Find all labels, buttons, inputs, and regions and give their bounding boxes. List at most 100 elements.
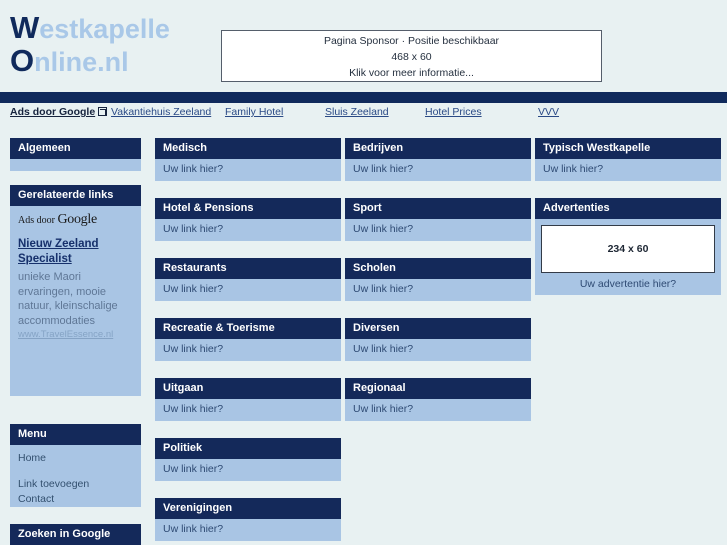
- category-panel-verenigingen: Verenigingen Uw link hier?: [155, 498, 341, 541]
- ad-link-3[interactable]: Hotel Prices: [425, 106, 482, 118]
- category-link-politiek[interactable]: Uw link hier?: [163, 463, 333, 476]
- category-body-regionaal: Uw link hier?: [345, 399, 531, 421]
- header-divider-bar: [0, 92, 727, 103]
- sidebar-ad-title-line1: Nieuw Zeeland: [18, 238, 99, 250]
- ads-door-google-label[interactable]: Ads door Google: [10, 106, 108, 118]
- ads-label-text: Ads door Google: [10, 106, 96, 118]
- category-link-hotel-pensions[interactable]: Uw link hier?: [163, 223, 333, 236]
- sidebar-panel-search: Zoeken in Google: [10, 524, 141, 545]
- sidebar-menu-body: Home Link toevoegen Contact: [10, 445, 141, 507]
- category-link-diversen[interactable]: Uw link hier?: [353, 343, 523, 356]
- category-body-typisch-westkapelle: Uw link hier?: [535, 159, 721, 181]
- category-title-verenigingen[interactable]: Verenigingen: [155, 498, 341, 519]
- category-link-recreatie-toerisme[interactable]: Uw link hier?: [163, 343, 333, 356]
- category-body-uitgaan: Uw link hier?: [155, 399, 341, 421]
- category-link-scholen[interactable]: Uw link hier?: [353, 283, 523, 296]
- category-link-restaurants[interactable]: Uw link hier?: [163, 283, 333, 296]
- category-body-diversen: Uw link hier?: [345, 339, 531, 361]
- category-link-medisch[interactable]: Uw link hier?: [163, 163, 333, 176]
- sidebar-menu-title[interactable]: Menu: [10, 424, 141, 445]
- category-title-sport[interactable]: Sport: [345, 198, 531, 219]
- sidebar-ad-url[interactable]: www.TravelEssence.nl: [18, 329, 133, 340]
- category-panel-typisch-westkapelle: Typisch Westkapelle Uw link hier?: [535, 138, 721, 181]
- category-panel-bedrijven: Bedrijven Uw link hier?: [345, 138, 531, 181]
- category-link-regionaal[interactable]: Uw link hier?: [353, 403, 523, 416]
- category-panel-regionaal: Regionaal Uw link hier?: [345, 378, 531, 421]
- logo-line-1: Westkapelle: [10, 12, 170, 45]
- ad-link-4[interactable]: VVV: [538, 106, 559, 118]
- category-panel-medisch: Medisch Uw link hier?: [155, 138, 341, 181]
- category-body-politiek: Uw link hier?: [155, 459, 341, 481]
- ad-link-0[interactable]: Vakantiehuis Zeeland: [111, 106, 211, 118]
- sidebar-ad-body-line1: unieke Maori: [18, 271, 81, 283]
- category-body-restaurants: Uw link hier?: [155, 279, 341, 301]
- logo-rest-2: nline.nl: [34, 47, 129, 77]
- category-panel-diversen: Diversen Uw link hier?: [345, 318, 531, 361]
- menu-item-home[interactable]: Home: [18, 451, 133, 466]
- site-logo[interactable]: Westkapelle Online.nl: [10, 12, 170, 78]
- sidebar-ad-body-line4: accommodaties: [18, 314, 96, 327]
- category-link-bedrijven[interactable]: Uw link hier?: [353, 163, 523, 176]
- category-panel-politiek: Politiek Uw link hier?: [155, 438, 341, 481]
- category-link-typisch-westkapelle[interactable]: Uw link hier?: [543, 163, 713, 176]
- sidebar-ad-body-line3: natuur, kleinschalige: [18, 300, 118, 312]
- category-title-medisch[interactable]: Medisch: [155, 138, 341, 159]
- sidebar-panel-menu: Menu Home Link toevoegen Contact: [10, 424, 141, 507]
- category-link-uitgaan[interactable]: Uw link hier?: [163, 403, 333, 416]
- sidebar-panel-related: Gerelateerde links Ads door Google Nieuw…: [10, 185, 141, 396]
- category-title-uitgaan[interactable]: Uitgaan: [155, 378, 341, 399]
- category-title-scholen[interactable]: Scholen: [345, 258, 531, 279]
- sidebar-ad-body: unieke Maori ervaringen, mooie natuur, k…: [18, 270, 133, 328]
- category-title-bedrijven[interactable]: Bedrijven: [345, 138, 531, 159]
- category-panel-recreatie-toerisme: Recreatie & Toerisme Uw link hier?: [155, 318, 341, 361]
- menu-item-link-toevoegen[interactable]: Link toevoegen: [18, 477, 133, 492]
- advert-panel: Advertenties 234 x 60 Uw advertentie hie…: [535, 198, 721, 295]
- category-panel-uitgaan: Uitgaan Uw link hier?: [155, 378, 341, 421]
- category-panel-restaurants: Restaurants Uw link hier?: [155, 258, 341, 301]
- menu-item-contact[interactable]: Contact: [18, 492, 133, 507]
- category-title-politiek[interactable]: Politiek: [155, 438, 341, 459]
- category-body-medisch: Uw link hier?: [155, 159, 341, 181]
- sidebar-search-title[interactable]: Zoeken in Google: [10, 524, 141, 545]
- external-link-icon: [98, 107, 108, 116]
- category-title-recreatie-toerisme[interactable]: Recreatie & Toerisme: [155, 318, 341, 339]
- sponsor-line-2: 468 x 60: [391, 51, 432, 63]
- category-body-recreatie-toerisme: Uw link hier?: [155, 339, 341, 361]
- sponsor-line-3: Klik voor meer informatie...: [349, 67, 474, 79]
- category-panel-scholen: Scholen Uw link hier?: [345, 258, 531, 301]
- category-body-hotel-pensions: Uw link hier?: [155, 219, 341, 241]
- ad-link-2[interactable]: Sluis Zeeland: [325, 106, 389, 118]
- category-body-verenigingen: Uw link hier?: [155, 519, 341, 541]
- advert-banner-placeholder[interactable]: 234 x 60: [541, 225, 715, 273]
- sidebar-ad-title[interactable]: Nieuw Zeeland Specialist: [18, 237, 133, 267]
- category-title-restaurants[interactable]: Restaurants: [155, 258, 341, 279]
- category-title-typisch-westkapelle[interactable]: Typisch Westkapelle: [535, 138, 721, 159]
- advert-caption[interactable]: Uw advertentie hier?: [541, 273, 715, 290]
- category-panel-sport: Sport Uw link hier?: [345, 198, 531, 241]
- logo-rest-1: estkapelle: [39, 14, 170, 44]
- menu-gap: [18, 466, 133, 477]
- category-title-hotel-pensions[interactable]: Hotel & Pensions: [155, 198, 341, 219]
- advert-body: 234 x 60 Uw advertentie hier?: [535, 219, 721, 295]
- sidebar-ad-body-line2: ervaringen, mooie: [18, 285, 107, 298]
- ads-door-prefix: Ads door: [18, 215, 58, 226]
- category-link-verenigingen[interactable]: Uw link hier?: [163, 523, 333, 536]
- logo-cap-w: W: [10, 10, 40, 45]
- google-ads-bar: Ads door Google Vakantiehuis Zeeland Fam…: [0, 104, 727, 124]
- advert-title[interactable]: Advertenties: [535, 198, 721, 219]
- category-title-regionaal[interactable]: Regionaal: [345, 378, 531, 399]
- category-title-diversen[interactable]: Diversen: [345, 318, 531, 339]
- page-root: Westkapelle Online.nl Pagina Sponsor · P…: [0, 0, 727, 545]
- sponsor-banner[interactable]: Pagina Sponsor · Positie beschikbaar 468…: [221, 30, 602, 82]
- sidebar-algemeen-body: [10, 159, 141, 171]
- sidebar-ad-title-line2: Specialist: [18, 253, 72, 265]
- sidebar-related-body: Ads door Google Nieuw Zeeland Specialist…: [10, 206, 141, 396]
- sidebar-algemeen-title[interactable]: Algemeen: [10, 138, 141, 159]
- category-body-scholen: Uw link hier?: [345, 279, 531, 301]
- category-link-sport[interactable]: Uw link hier?: [353, 223, 523, 236]
- sidebar-related-title[interactable]: Gerelateerde links: [10, 185, 141, 206]
- logo-line-2: Online.nl: [10, 45, 170, 78]
- category-panel-hotel-pensions: Hotel & Pensions Uw link hier?: [155, 198, 341, 241]
- sidebar-panel-algemeen: Algemeen: [10, 138, 141, 171]
- ad-link-1[interactable]: Family Hotel: [225, 106, 283, 118]
